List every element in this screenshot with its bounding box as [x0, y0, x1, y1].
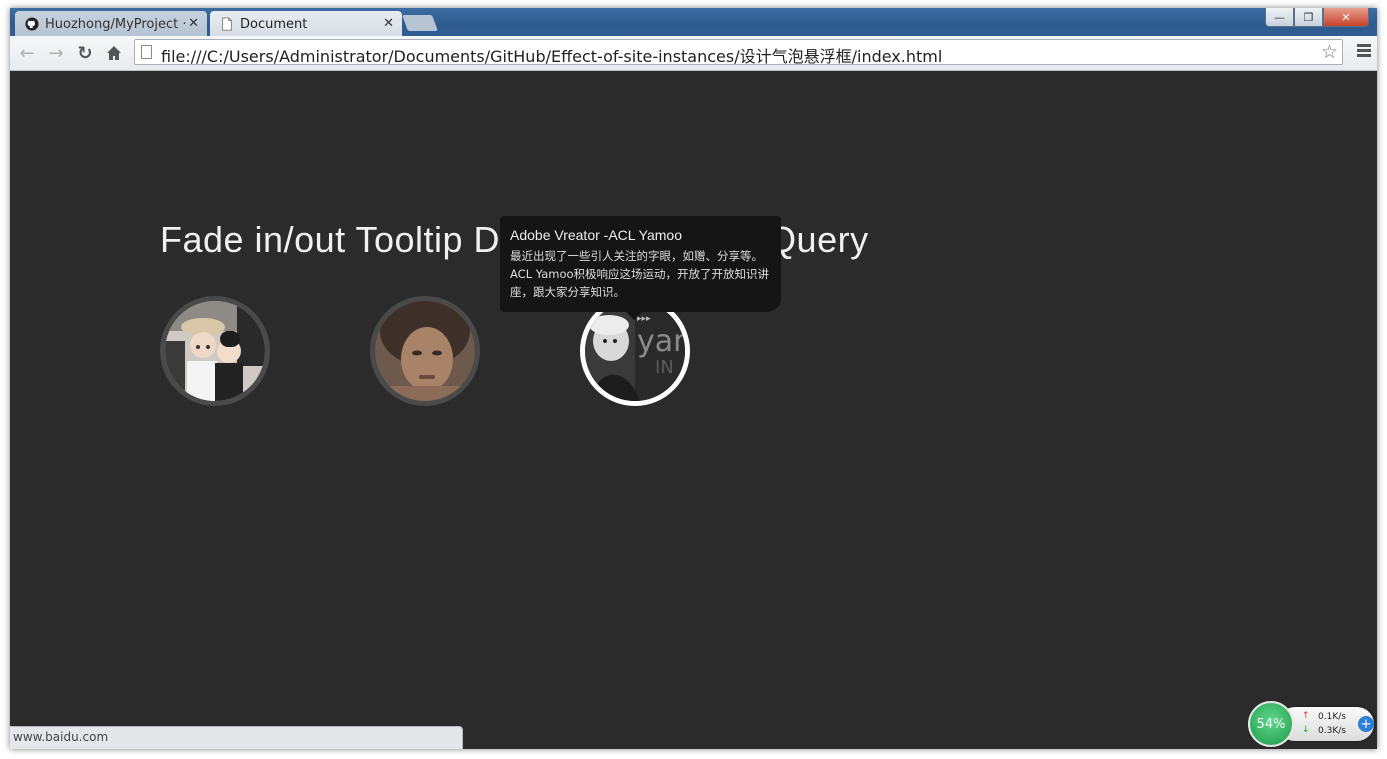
- window-controls: — ❐ ✕: [1265, 8, 1369, 27]
- download-speed: 0.3K/s: [1318, 726, 1346, 736]
- photo-portrait-image: [375, 301, 475, 401]
- avatar-tooltip: Adobe Vreator -ACL Yamoo 最近出现了一些引人关注的字眼，…: [500, 216, 781, 320]
- new-tab-button[interactable]: [402, 15, 438, 31]
- address-url[interactable]: file:///C:/Users/Administrator/Documents…: [161, 43, 942, 67]
- close-icon[interactable]: ✕: [383, 16, 394, 31]
- minimize-button[interactable]: —: [1265, 8, 1294, 27]
- tab-github[interactable]: Huozhong/MyProject · ✕: [15, 11, 207, 36]
- plus-icon[interactable]: +: [1358, 716, 1374, 732]
- tab-label: Huozhong/MyProject ·: [45, 17, 187, 32]
- tab-label: Document: [240, 17, 308, 32]
- title-right: Query: [768, 219, 869, 260]
- avatar-girls[interactable]: [160, 296, 270, 406]
- browser-window: Huozhong/MyProject · ✕ Document ✕ — ❐ ✕ …: [10, 8, 1377, 749]
- bookmark-star-icon[interactable]: ☆: [1321, 41, 1338, 63]
- forward-arrow-icon[interactable]: →: [45, 42, 67, 64]
- page-icon: [141, 45, 152, 59]
- status-bar: www.baidu.com: [10, 726, 463, 749]
- upload-speed: 0.1K/s: [1318, 712, 1346, 722]
- avatar-portrait[interactable]: [370, 296, 480, 406]
- title-left: Fade in/out Tooltip D: [160, 219, 501, 260]
- tab-document[interactable]: Document ✕: [210, 11, 402, 36]
- address-bar[interactable]: file:///C:/Users/Administrator/Documents…: [134, 39, 1343, 67]
- close-icon[interactable]: ✕: [188, 16, 199, 31]
- svg-text:yar: yar: [637, 324, 685, 359]
- tooltip-title: Adobe Vreator -ACL Yamoo: [510, 227, 682, 243]
- restore-button[interactable]: ❐: [1294, 8, 1323, 27]
- upload-arrow-icon: ↑: [1302, 711, 1310, 721]
- github-icon: [25, 17, 39, 31]
- svg-text:IN: IN: [655, 357, 674, 378]
- download-arrow-icon: ↓: [1302, 725, 1310, 735]
- tooltip-body: 最近出现了一些引人关注的字眼，如赠、分享等。ACL Yamoo积极响应这场运动，…: [510, 249, 770, 299]
- photo-girls-image: [165, 301, 265, 401]
- memory-gauge[interactable]: 54%: [1248, 701, 1294, 747]
- browser-toolbar: ← → ↻ file:///C:/Users/Administrator/Doc…: [10, 36, 1377, 71]
- back-arrow-icon[interactable]: ←: [16, 42, 38, 64]
- network-speed-widget[interactable]: 54% ↑ 0.1K/s ↓ 0.3K/s +: [1248, 701, 1376, 749]
- menu-icon[interactable]: [1357, 44, 1371, 59]
- page-content: Fade in/out Tooltip D Query yar IN ▸▸▸ A…: [10, 71, 1377, 749]
- page-icon: [222, 17, 232, 31]
- home-icon[interactable]: [103, 42, 125, 64]
- reload-icon[interactable]: ↻: [74, 42, 96, 64]
- close-button[interactable]: ✕: [1323, 8, 1369, 27]
- tab-strip: Huozhong/MyProject · ✕ Document ✕ — ❐ ✕: [10, 8, 1377, 36]
